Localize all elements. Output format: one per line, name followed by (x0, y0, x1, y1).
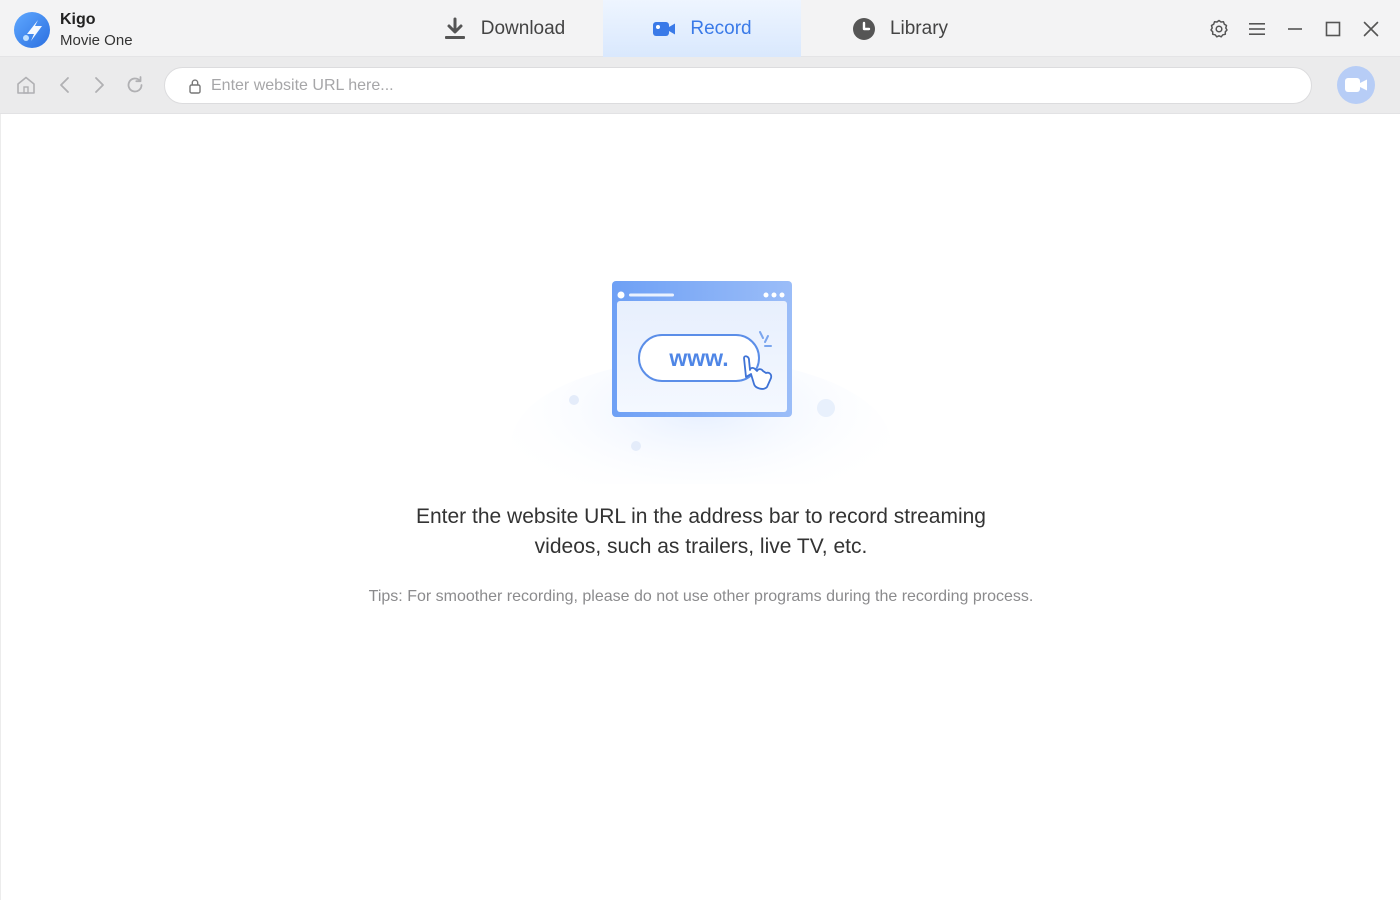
start-record-button[interactable] (1337, 66, 1375, 104)
close-icon (1363, 21, 1379, 37)
maximize-button[interactable] (1318, 14, 1348, 44)
clock-icon (852, 17, 876, 41)
minimize-icon (1288, 28, 1302, 30)
home-icon (17, 76, 35, 94)
back-button[interactable] (51, 71, 79, 99)
main-tabs: Download Record Library (405, 0, 999, 57)
browser-toolbar (0, 57, 1400, 114)
url-input[interactable] (211, 76, 1311, 95)
back-icon (60, 77, 69, 93)
download-icon (443, 17, 467, 41)
close-button[interactable] (1356, 14, 1386, 44)
record-camera-icon (652, 17, 676, 41)
tab-library[interactable]: Library (801, 0, 999, 57)
instruction-line-2: videos, such as trailers, live TV, etc. (534, 535, 868, 558)
tab-download-label: Download (480, 17, 566, 39)
video-camera-icon (1345, 78, 1367, 92)
url-bar (164, 67, 1312, 104)
refresh-icon (127, 76, 143, 93)
minimize-button[interactable] (1280, 14, 1310, 44)
title-bar: Kigo Movie One Download Record Library (0, 0, 1400, 57)
app-subtitle: Movie One (60, 32, 133, 49)
app-name: Kigo (60, 11, 96, 28)
tab-library-label: Library (889, 17, 949, 39)
instruction-message: Enter the website URL in the address bar… (351, 502, 1051, 562)
lock-icon (187, 78, 203, 94)
tab-download[interactable]: Download (405, 0, 603, 57)
menu-icon (1249, 23, 1265, 35)
forward-button[interactable] (85, 71, 113, 99)
settings-button[interactable] (1204, 14, 1234, 44)
tab-record[interactable]: Record (603, 0, 801, 57)
home-button[interactable] (12, 71, 40, 99)
window-controls (1196, 14, 1386, 44)
browser-www-illustration: www. (511, 281, 891, 484)
gear-icon (1210, 19, 1228, 38)
menu-button[interactable] (1242, 14, 1272, 44)
forward-icon (95, 77, 104, 93)
brand: Kigo Movie One (14, 10, 133, 50)
maximize-icon (1325, 21, 1341, 37)
main-content: www. Enter the website URL in the addres… (0, 114, 1400, 900)
instruction-line-1: Enter the website URL in the address bar… (415, 505, 986, 528)
tab-record-label: Record (690, 17, 752, 39)
refresh-button[interactable] (121, 71, 149, 99)
recording-tips: Tips: For smoother recording, please do … (368, 588, 1034, 605)
kigo-logo-icon (14, 12, 50, 48)
www-text: www. (668, 345, 728, 371)
